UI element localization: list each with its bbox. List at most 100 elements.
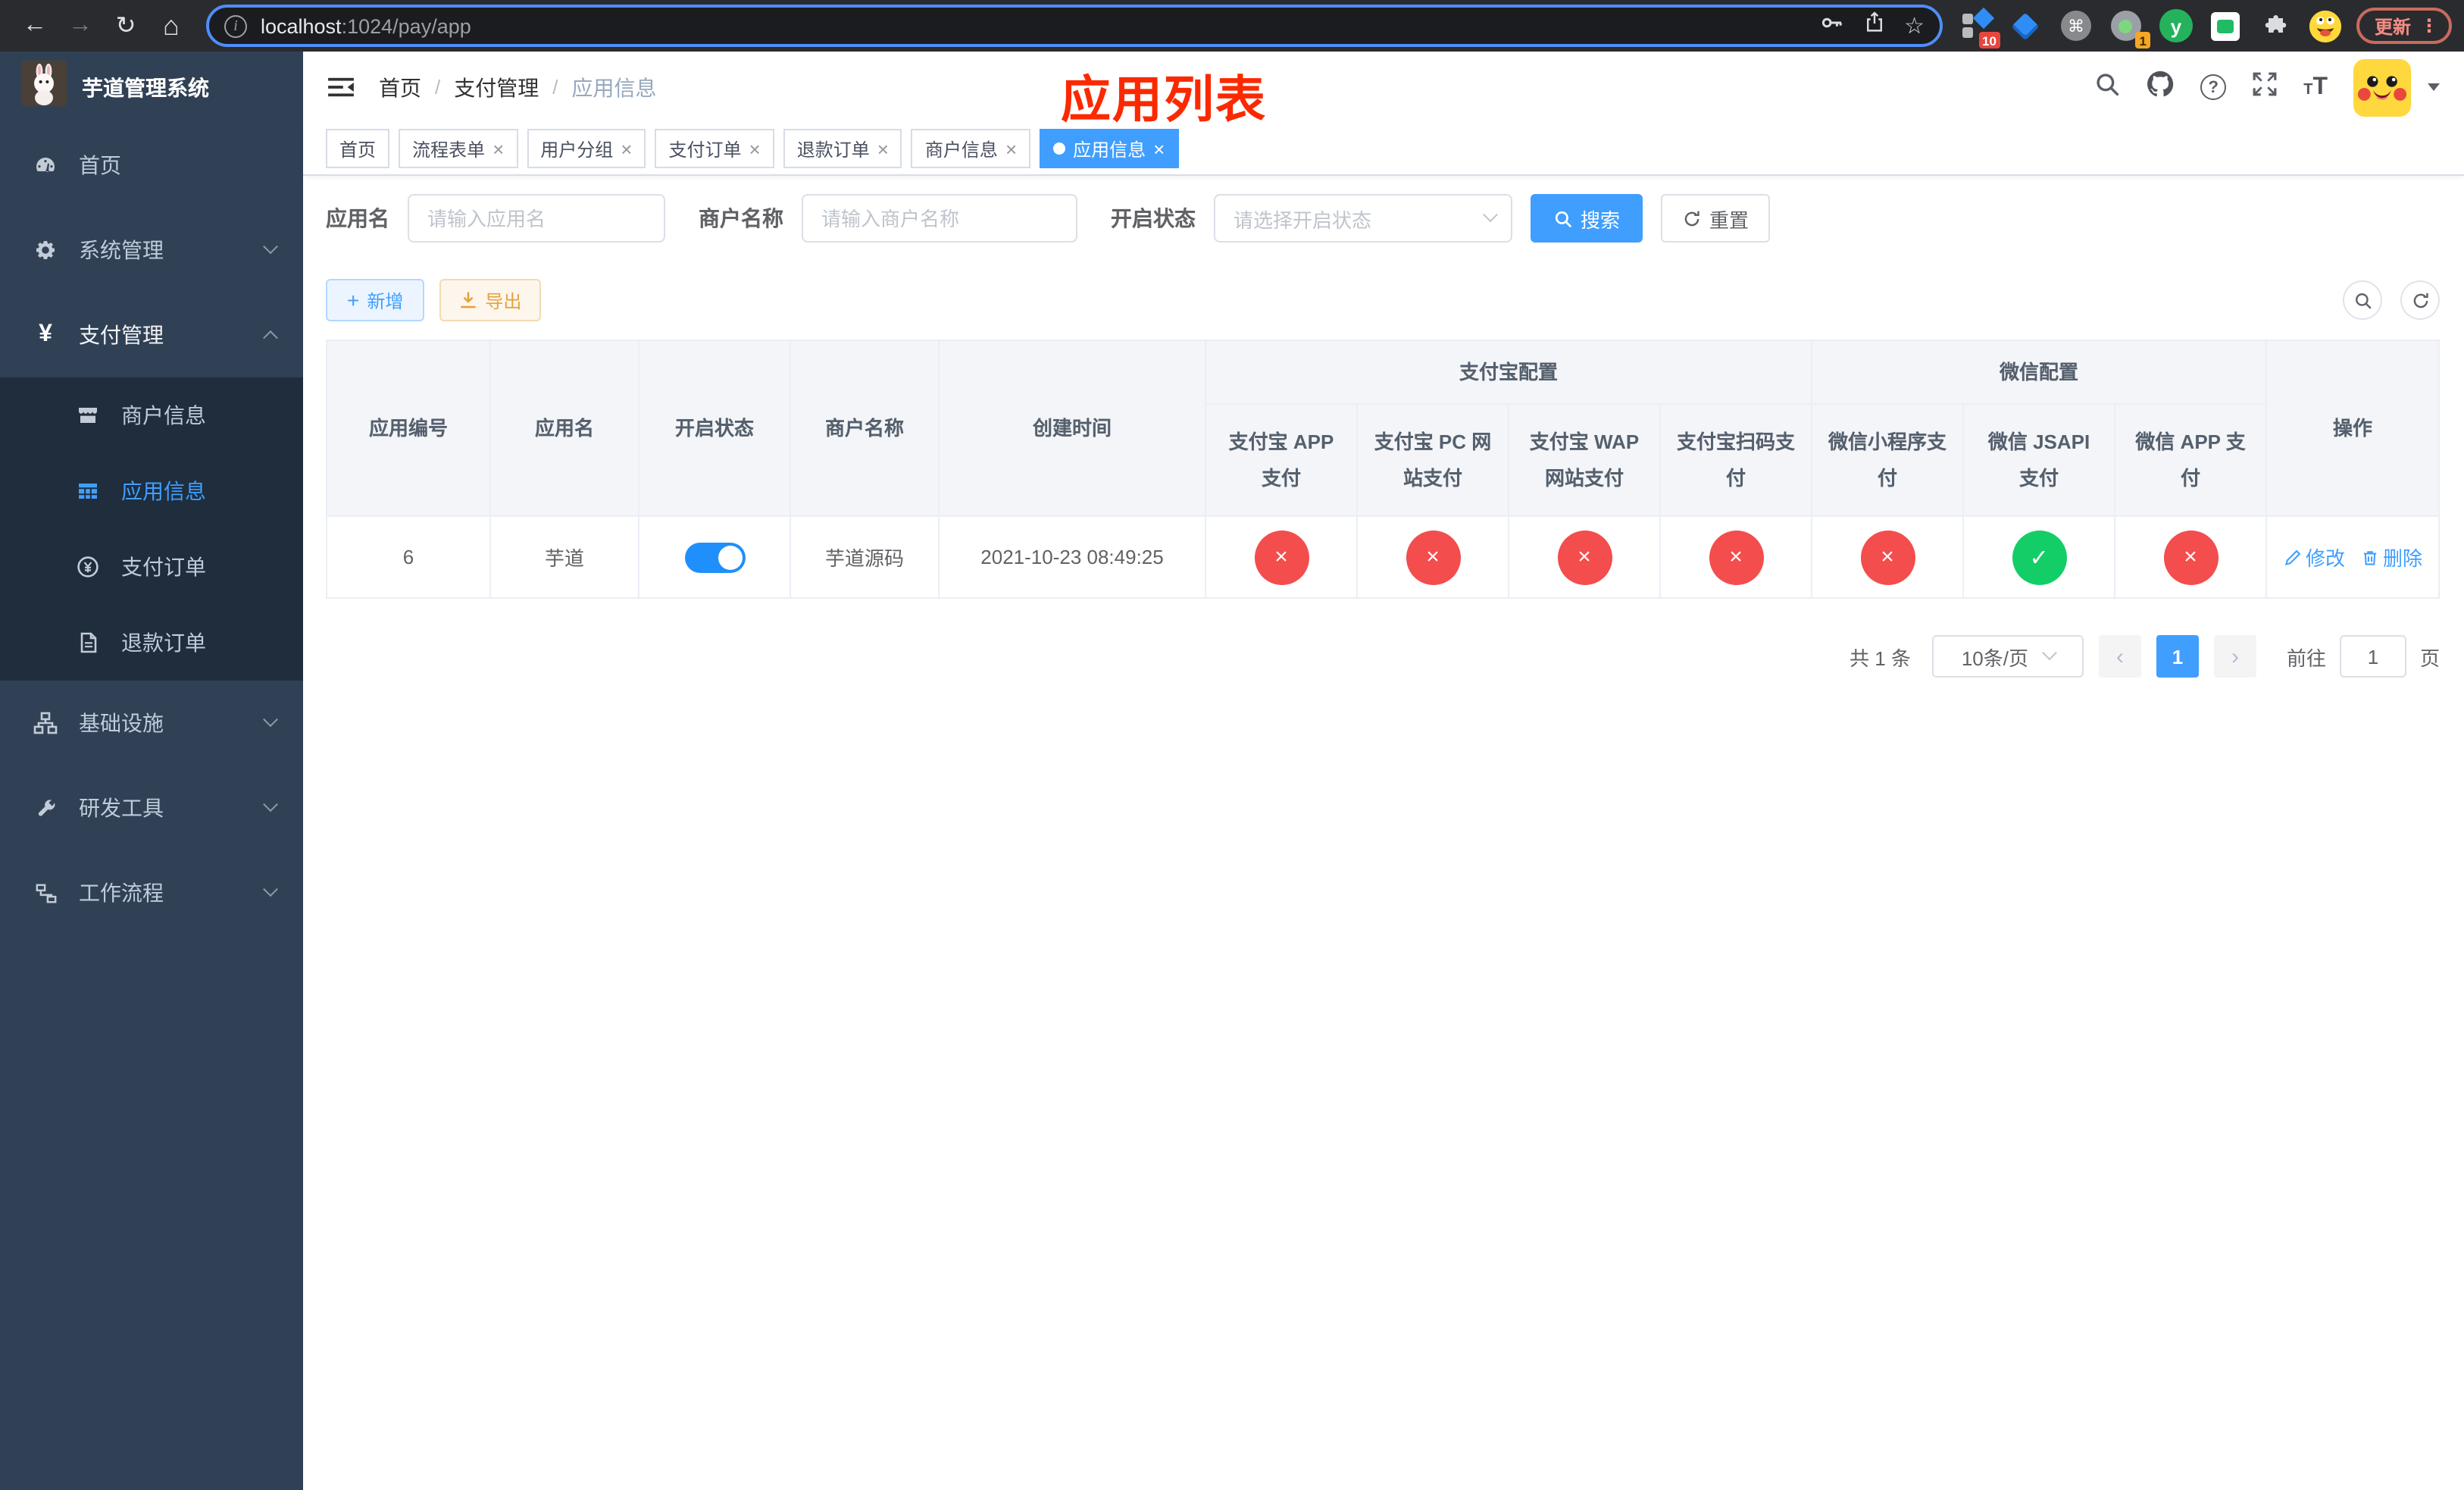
home-button[interactable]: ⌂ — [152, 5, 191, 47]
search-icon[interactable] — [2094, 70, 2120, 104]
fullscreen-icon[interactable] — [2252, 70, 2278, 104]
tab-5[interactable]: 商户信息 × — [911, 129, 1031, 168]
sidebar-item-system[interactable]: 系统管理 — [0, 208, 303, 293]
delete-link[interactable]: 删除 — [2360, 543, 2422, 571]
breadcrumb-home[interactable]: 首页 — [379, 72, 421, 102]
reset-button[interactable]: 重置 — [1661, 194, 1770, 243]
goto-page-input[interactable] — [2339, 635, 2406, 678]
sidebar-item-infrastructure[interactable]: 基础设施 — [0, 681, 303, 765]
filter-form: 应用名 商户名称 开启状态 请选择开启状态 搜索 重置 — [326, 194, 2440, 243]
sidebar-item-refund-order[interactable]: 退款订单 — [0, 605, 303, 681]
annotation-title: 应用列表 — [1061, 71, 1267, 127]
sidebar-item-app-info[interactable]: 应用信息 — [0, 453, 303, 529]
sidebar-item-label: 应用信息 — [121, 479, 206, 503]
goto-label: 前往 — [2286, 646, 2326, 669]
breadcrumb-payment[interactable]: 支付管理 — [454, 72, 539, 102]
chevron-down-icon — [263, 796, 278, 812]
address-bar[interactable]: i localhost:1024/pay/app ☆ — [206, 5, 1943, 47]
tab-2[interactable]: 用户分组 × — [527, 129, 646, 168]
edit-link[interactable]: 修改 — [2283, 543, 2345, 571]
tab-3[interactable]: 支付订单 × — [655, 129, 774, 168]
chevron-down-icon — [263, 238, 278, 254]
tab-close-icon[interactable]: × — [749, 139, 761, 158]
next-page-button[interactable]: › — [2213, 635, 2256, 678]
search-button[interactable]: 搜索 — [1531, 194, 1643, 243]
add-button[interactable]: + 新增 — [326, 279, 425, 321]
sidebar-item-label: 支付订单 — [121, 555, 206, 579]
extension-command-icon[interactable]: ⌘ — [2058, 8, 2094, 44]
col-wechat-app: 微信 APP 支付 — [2114, 403, 2268, 517]
enabled-toggle[interactable] — [684, 542, 745, 572]
reload-button[interactable]: ↻ — [106, 5, 145, 47]
extension-gem-icon[interactable] — [2008, 8, 2044, 44]
cell-operations: 修改 删除 — [2265, 515, 2440, 599]
page-1-button[interactable]: 1 — [2156, 635, 2199, 678]
github-icon[interactable] — [2146, 69, 2175, 105]
prev-page-button[interactable]: ‹ — [2098, 635, 2141, 678]
forward-button[interactable]: → — [61, 5, 100, 47]
toggle-search-button[interactable] — [2343, 280, 2382, 320]
extension-y-icon[interactable]: y — [2158, 8, 2194, 44]
status-select-placeholder: 请选择开启状态 — [1234, 208, 1372, 231]
sidebar-item-home[interactable]: 首页 — [0, 123, 303, 208]
url-text[interactable]: localhost:1024/pay/app — [261, 14, 471, 37]
sidebar-item-dev-tools[interactable]: 研发工具 — [0, 765, 303, 850]
user-avatar[interactable] — [2353, 58, 2411, 116]
sidebar-item-label: 支付管理 — [79, 323, 164, 347]
col-status: 开启状态 — [638, 340, 791, 517]
extension-recorder-icon[interactable]: 1 — [2108, 8, 2150, 49]
extensions-puzzle-icon[interactable] — [2258, 8, 2294, 44]
sidebar-item-merchant-info[interactable]: 商户信息 — [0, 377, 303, 453]
bookmark-star-icon[interactable]: ☆ — [1904, 12, 1925, 39]
tab-close-icon[interactable]: × — [621, 139, 632, 158]
browser-menu-kebab-icon[interactable]: ⋮ — [2420, 15, 2438, 36]
sidebar-item-payment[interactable]: ¥ 支付管理 — [0, 293, 303, 377]
tab-label: 商户信息 — [924, 139, 998, 160]
site-info-icon[interactable]: i — [224, 14, 247, 37]
breadcrumb-separator: / — [552, 76, 558, 99]
tab-close-icon[interactable]: × — [492, 139, 504, 158]
tab-close-icon[interactable]: × — [1153, 139, 1165, 158]
password-key-icon[interactable] — [1819, 10, 1843, 42]
avatar-caret-icon[interactable] — [2428, 83, 2440, 91]
cell-app-name: 芋道 — [489, 515, 639, 599]
back-button[interactable]: ← — [15, 5, 55, 47]
total-count: 共 1 条 — [1850, 646, 1911, 669]
extension-chat-icon[interactable] — [2208, 8, 2244, 44]
tab-6[interactable]: 应用信息 × — [1040, 129, 1179, 168]
top-navbar: 首页 / 支付管理 / 应用信息 应用列表 ? TT — [303, 52, 2464, 127]
extensions-row: 10 ⌘ 1 y — [1958, 7, 2344, 49]
font-size-icon[interactable]: TT — [2303, 74, 2328, 101]
chevron-down-icon — [2041, 644, 2056, 660]
chevron-up-icon — [263, 329, 278, 345]
help-icon[interactable]: ? — [2200, 74, 2227, 100]
tab-1[interactable]: 流程表单 × — [399, 129, 518, 168]
cell-status — [638, 515, 791, 599]
url-host: localhost — [261, 14, 342, 37]
document-icon — [73, 631, 103, 655]
sidebar-item-workflow[interactable]: 工作流程 — [0, 850, 303, 935]
app-logo-rabbit — [21, 61, 67, 114]
sidebar-item-pay-order[interactable]: 支付订单 — [0, 529, 303, 605]
browser-update-button[interactable]: 更新 ⋮ — [2356, 8, 2452, 44]
page-size-value: 10条/页 — [1961, 646, 2028, 669]
status-select[interactable]: 请选择开启状态 — [1214, 194, 1512, 243]
extension-sidebar-icon[interactable]: 10 — [1958, 7, 2000, 49]
page-size-select[interactable]: 10条/页 — [1931, 635, 2084, 678]
refresh-button[interactable] — [2400, 280, 2440, 320]
app-logo-row[interactable]: 芋道管理系统 — [0, 52, 303, 123]
tab-close-icon[interactable]: × — [877, 139, 889, 158]
tab-close-icon[interactable]: × — [1005, 139, 1017, 158]
app-name-input[interactable] — [408, 194, 665, 243]
export-button[interactable]: 导出 — [439, 279, 542, 321]
tab-4[interactable]: 退款订单 × — [783, 129, 902, 168]
merchant-name-input[interactable] — [802, 194, 1077, 243]
tabs-bar: 首页 流程表单 × 用户分组 × 支付订单 × 退款订单 × 商户信息 × 应用信息 × — [303, 123, 2464, 176]
share-icon[interactable] — [1863, 11, 1884, 41]
browser-profile-avatar[interactable] — [2308, 8, 2344, 44]
status-label: 开启状态 — [1111, 206, 1196, 230]
collapse-sidebar-icon[interactable] — [327, 76, 355, 99]
col-alipay-pc: 支付宝 PC 网站支付 — [1356, 403, 1509, 517]
tab-0[interactable]: 首页 — [326, 129, 390, 168]
col-alipay-wap: 支付宝 WAP 网站支付 — [1508, 403, 1661, 517]
